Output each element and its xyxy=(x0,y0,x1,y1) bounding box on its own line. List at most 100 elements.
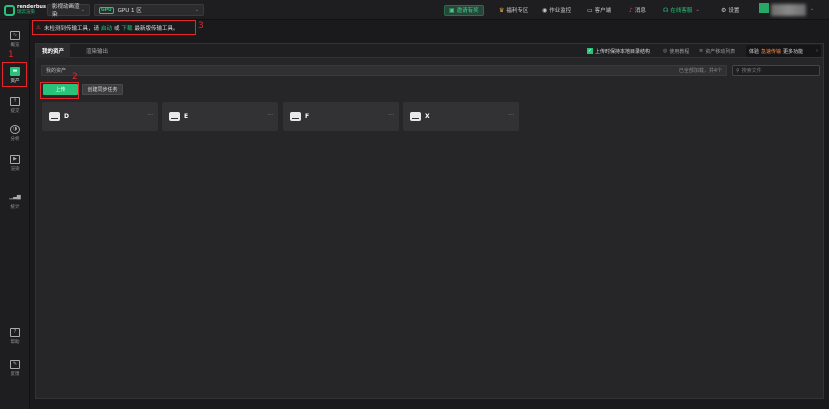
monitor-icon: ◉ xyxy=(542,6,548,14)
transfer-list-link[interactable]: ≡ 资产移动列表 xyxy=(699,44,735,58)
create-sync-task-button[interactable]: 创建同步任务 xyxy=(82,84,123,95)
search-input[interactable]: ⚲ 搜索文件 xyxy=(732,65,820,76)
settings-label: 设置 xyxy=(728,8,740,14)
more-options-icon[interactable]: ··· xyxy=(388,112,394,119)
annotation-number-2: 2 xyxy=(72,72,78,82)
hard-drive-icon xyxy=(290,112,301,121)
annotation-number-3: 3 xyxy=(198,21,204,31)
tab-render-output[interactable]: 渲染输出 xyxy=(80,44,114,58)
promo-suffix: 更多功能 xyxy=(783,48,804,55)
welfare-link[interactable]: ♛ 福利专区 xyxy=(499,4,528,16)
drive-card-d[interactable]: D ··· xyxy=(42,102,158,131)
invite-button[interactable]: ▣ 邀请有奖 xyxy=(444,4,484,16)
keep-structure-checkbox[interactable]: ✓ 上传时保持本地目录结构 xyxy=(587,44,650,58)
sidebar-item-label: 概览 xyxy=(10,42,20,48)
username-blurred[interactable] xyxy=(771,4,806,16)
sidebar-item-submit[interactable]: ↑ 提交 xyxy=(0,94,30,116)
welfare-label: 福利专区 xyxy=(506,8,529,14)
settings-link[interactable]: ⚙ 设置 xyxy=(721,4,739,16)
client-label: 客户端 xyxy=(594,8,612,14)
tutorial-link[interactable]: ◎ 使用教程 xyxy=(663,44,689,58)
upload-icon: ↑ xyxy=(10,96,20,106)
more-options-icon[interactable]: ··· xyxy=(267,112,273,119)
sidebar-item-help[interactable]: ? 帮助 xyxy=(0,325,30,347)
analyze-icon: ◑ xyxy=(10,124,20,134)
chevron-right-icon: › xyxy=(816,48,818,54)
welfare-icon: ♛ xyxy=(499,6,505,14)
invite-label: 邀请有奖 xyxy=(456,8,479,14)
feedback-icon: ✎ xyxy=(10,359,20,369)
chevron-down-icon: ⌄ xyxy=(695,7,700,13)
messages-link[interactable]: ♪ 消息 xyxy=(629,4,646,16)
sidebar-item-render[interactable]: ▶ 渲染 xyxy=(0,152,30,174)
drive-card-e[interactable]: E ··· xyxy=(162,102,278,131)
gear-icon: ⚙ xyxy=(721,6,727,14)
item-count: 已全部加载，共4个 xyxy=(678,68,722,74)
sidebar-item-label: 渲染 xyxy=(10,166,20,172)
headset-icon: ☊ xyxy=(663,6,669,14)
fast-transfer-promo[interactable]: 体验 急速传输 更多功能 › xyxy=(746,45,821,57)
top-bar: renderbus 瑞云渲染 影视动画渲染 ⌄ GPU GPU 1 区 ⌄ ▣ 邀… xyxy=(0,0,829,20)
monitor-label: 作业监控 xyxy=(549,8,572,14)
project-select-value: 影视动画渲染 xyxy=(52,4,80,18)
sidebar-item-label: 统计 xyxy=(10,204,20,210)
annotation-number-1: 1 xyxy=(8,50,14,60)
online-service-label: 在线客服 xyxy=(670,8,693,14)
avatar[interactable] xyxy=(759,3,769,13)
hard-drive-icon xyxy=(49,112,60,121)
drive-name: F xyxy=(305,113,310,120)
sidebar-item-label: 分析 xyxy=(10,136,20,142)
sidebar-item-label: 帮助 xyxy=(10,339,20,345)
promo-highlight: 急速传输 xyxy=(761,48,782,55)
promo-prefix: 体验 xyxy=(749,48,760,55)
tab-label: 渲染输出 xyxy=(86,49,109,55)
client-link[interactable]: ▭ 客户端 xyxy=(587,4,611,16)
tab-label: 我的资产 xyxy=(42,49,65,55)
help-doc-icon: ? xyxy=(10,327,20,337)
tutorial-label: 使用教程 xyxy=(669,48,690,55)
transfer-list-label: 资产移动列表 xyxy=(705,48,736,55)
more-options-icon[interactable]: ··· xyxy=(508,112,514,119)
sidebar-item-analyze[interactable]: ◑ 分析 xyxy=(0,122,30,144)
gpu-badge: GPU xyxy=(99,6,114,14)
annotation-box-1 xyxy=(2,62,27,87)
annotation-box-3 xyxy=(32,20,196,35)
render-icon: ▶ xyxy=(10,154,20,164)
hard-drive-icon xyxy=(169,112,180,121)
sidebar-item-label: 反馈 xyxy=(10,371,20,377)
drive-name: D xyxy=(64,113,69,120)
drive-name: X xyxy=(425,113,430,120)
hard-drive-icon xyxy=(410,112,421,121)
drive-name: E xyxy=(184,113,189,120)
online-service-link[interactable]: ☊ 在线客服 ⌄ xyxy=(663,4,700,16)
sidebar-item-label: 提交 xyxy=(10,108,20,114)
drive-card-f[interactable]: F ··· xyxy=(283,102,399,131)
chart-line-icon: ∿ xyxy=(10,30,20,40)
more-options-icon[interactable]: ··· xyxy=(147,112,153,119)
search-placeholder: 搜索文件 xyxy=(741,68,762,74)
bar-chart-icon: ▁▃▆ xyxy=(9,194,21,200)
chevron-down-icon[interactable]: ⌄ xyxy=(810,6,814,12)
sidebar-item-feedback[interactable]: ✎ 反馈 xyxy=(0,357,30,379)
chevron-down-icon: ⌄ xyxy=(80,7,85,13)
chevron-down-icon: ⌄ xyxy=(194,7,199,13)
bell-icon: ♪ xyxy=(629,6,633,14)
gpu-select[interactable]: GPU GPU 1 区 ⌄ xyxy=(94,4,204,16)
checkbox-checked-icon: ✓ xyxy=(587,48,593,54)
annotation-box-2 xyxy=(40,82,79,99)
breadcrumb-root[interactable]: 我的资产 xyxy=(46,67,66,74)
brand-logo[interactable]: renderbus 瑞云渲染 xyxy=(4,4,46,16)
logo-mark-icon xyxy=(4,4,15,16)
drive-card-x[interactable]: X ··· xyxy=(403,102,519,131)
monitor-link[interactable]: ◉ 作业监控 xyxy=(542,4,571,16)
gift-icon: ▣ xyxy=(449,6,455,14)
tab-bar: 我的资产 渲染输出 ✓ 上传时保持本地目录结构 ◎ 使用教程 ≡ 资产移动列表 … xyxy=(36,44,823,58)
project-select[interactable]: 影视动画渲染 ⌄ xyxy=(47,4,90,18)
sidebar-item-overview[interactable]: ∿ 概览 xyxy=(0,28,30,50)
search-icon: ⚲ xyxy=(736,67,740,74)
messages-label: 消息 xyxy=(634,8,646,14)
tab-my-assets[interactable]: 我的资产 xyxy=(36,44,71,58)
sidebar-item-stats[interactable]: ▁▃▆ 统计 xyxy=(0,190,30,212)
desktop-icon: ▭ xyxy=(587,6,593,14)
breadcrumb: 我的资产 已全部加载，共4个 xyxy=(41,65,727,76)
